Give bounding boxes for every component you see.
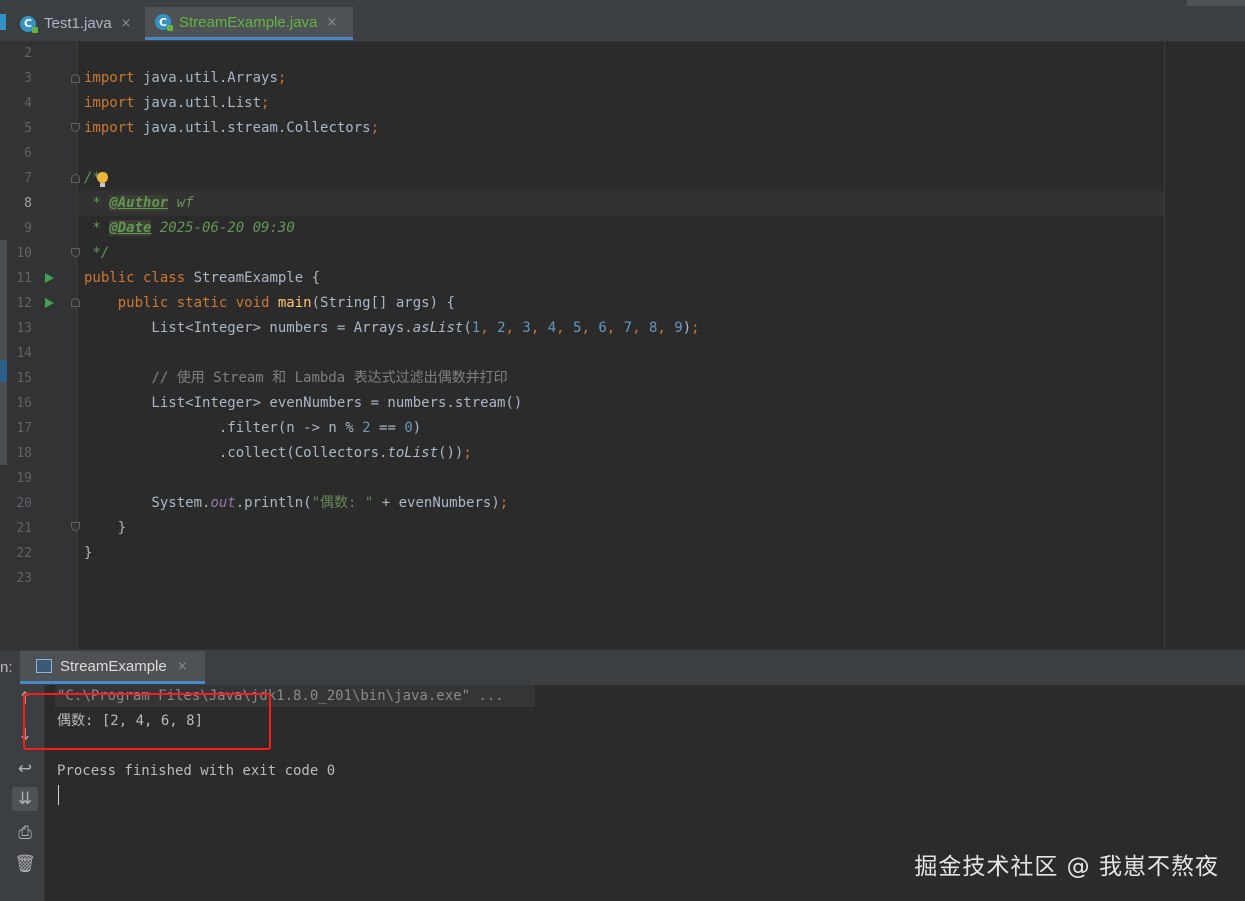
line-number: 5 bbox=[24, 121, 32, 136]
scroll-to-end-icon[interactable]: ⇊ bbox=[12, 787, 38, 811]
code-line: import java.util.stream.Collectors; bbox=[84, 120, 380, 136]
code-line: .filter(n -> n % 2 == 0) bbox=[84, 420, 422, 436]
line-number: 17 bbox=[16, 421, 32, 436]
highlight-box bbox=[23, 693, 271, 750]
code-line: */ bbox=[84, 245, 110, 261]
code-line: public class StreamExample { bbox=[84, 270, 321, 286]
line-number: 8 bbox=[24, 196, 32, 211]
code-line: .collect(Collectors.toList()); bbox=[84, 445, 472, 461]
left-tab-fragment bbox=[0, 14, 6, 30]
close-icon[interactable]: × bbox=[326, 15, 337, 30]
code-line: public static void main(String[] args) { bbox=[117, 295, 455, 311]
java-class-icon: C bbox=[155, 14, 173, 31]
text-caret bbox=[58, 785, 59, 805]
line-number: 6 bbox=[24, 146, 32, 161]
code-line: import java.util.List; bbox=[84, 95, 270, 111]
line-number: 22 bbox=[16, 546, 32, 561]
code-line: // 使用 Stream 和 Lambda 表达式过滤出偶数并打印 bbox=[151, 370, 508, 386]
line-number: 19 bbox=[16, 471, 32, 486]
line-number: 10 bbox=[16, 246, 32, 261]
run-label: n: bbox=[0, 659, 13, 676]
line-number: 13 bbox=[16, 321, 32, 336]
line-number: 2 bbox=[24, 46, 32, 61]
code-editor[interactable]: import java.util.Arrays; import java.util… bbox=[78, 41, 1245, 649]
watermark: 掘金技术社区 @ 我崽不熬夜 bbox=[914, 854, 1219, 880]
print-icon[interactable]: ⎙ bbox=[12, 821, 38, 845]
java-class-icon: C bbox=[20, 15, 38, 33]
right-margin-guide bbox=[1164, 41, 1165, 649]
soft-wrap-icon[interactable]: ↩ bbox=[12, 757, 38, 781]
trash-icon[interactable]: 🗑 bbox=[12, 852, 38, 876]
console-line-exit: Process finished with exit code 0 bbox=[57, 763, 336, 779]
tab-streamexample[interactable]: C StreamExample.java × bbox=[145, 7, 353, 40]
close-icon[interactable]: × bbox=[121, 16, 132, 31]
code-line: List<Integer> numbers = Arrays.asList(1,… bbox=[84, 320, 700, 336]
line-number: 15 bbox=[16, 371, 32, 386]
code-line: * @Author wf bbox=[84, 195, 194, 211]
tab-bar-end bbox=[1187, 0, 1245, 6]
line-number: 7 bbox=[24, 171, 32, 186]
close-icon[interactable]: × bbox=[177, 659, 188, 674]
run-tab-label: StreamExample bbox=[60, 657, 167, 675]
line-number: 12 bbox=[16, 296, 32, 311]
code-line: * @Date 2025-06-20 09:30 bbox=[84, 220, 295, 236]
line-number: 3 bbox=[24, 71, 32, 86]
line-number: 16 bbox=[16, 396, 32, 411]
run-main-icon[interactable] bbox=[45, 298, 54, 308]
current-line-highlight bbox=[78, 191, 1165, 216]
line-number: 21 bbox=[16, 521, 32, 536]
gutter-divider bbox=[76, 41, 77, 649]
tab-test1[interactable]: C Test1.java × bbox=[20, 7, 142, 40]
run-tab-streamexample[interactable]: StreamExample × bbox=[20, 651, 205, 684]
line-number: 4 bbox=[24, 96, 32, 111]
line-number: 20 bbox=[16, 496, 32, 511]
line-number: 9 bbox=[24, 221, 32, 236]
line-number: 18 bbox=[16, 446, 32, 461]
line-number: 11 bbox=[16, 271, 32, 286]
tab-label: StreamExample.java bbox=[179, 13, 318, 31]
lightbulb-icon[interactable] bbox=[97, 172, 108, 187]
code-line: System.out.println("偶数: " + evenNumbers)… bbox=[84, 495, 509, 511]
line-number: 14 bbox=[16, 346, 32, 361]
code-line: import java.util.Arrays; bbox=[84, 70, 287, 86]
line-number: 23 bbox=[16, 571, 32, 586]
tab-label: Test1.java bbox=[44, 15, 112, 32]
console-icon bbox=[36, 659, 52, 673]
code-line: } bbox=[84, 545, 93, 561]
code-line: List<Integer> evenNumbers = numbers.stre… bbox=[84, 395, 523, 411]
code-line: } bbox=[84, 520, 127, 536]
run-class-icon[interactable] bbox=[45, 273, 54, 283]
